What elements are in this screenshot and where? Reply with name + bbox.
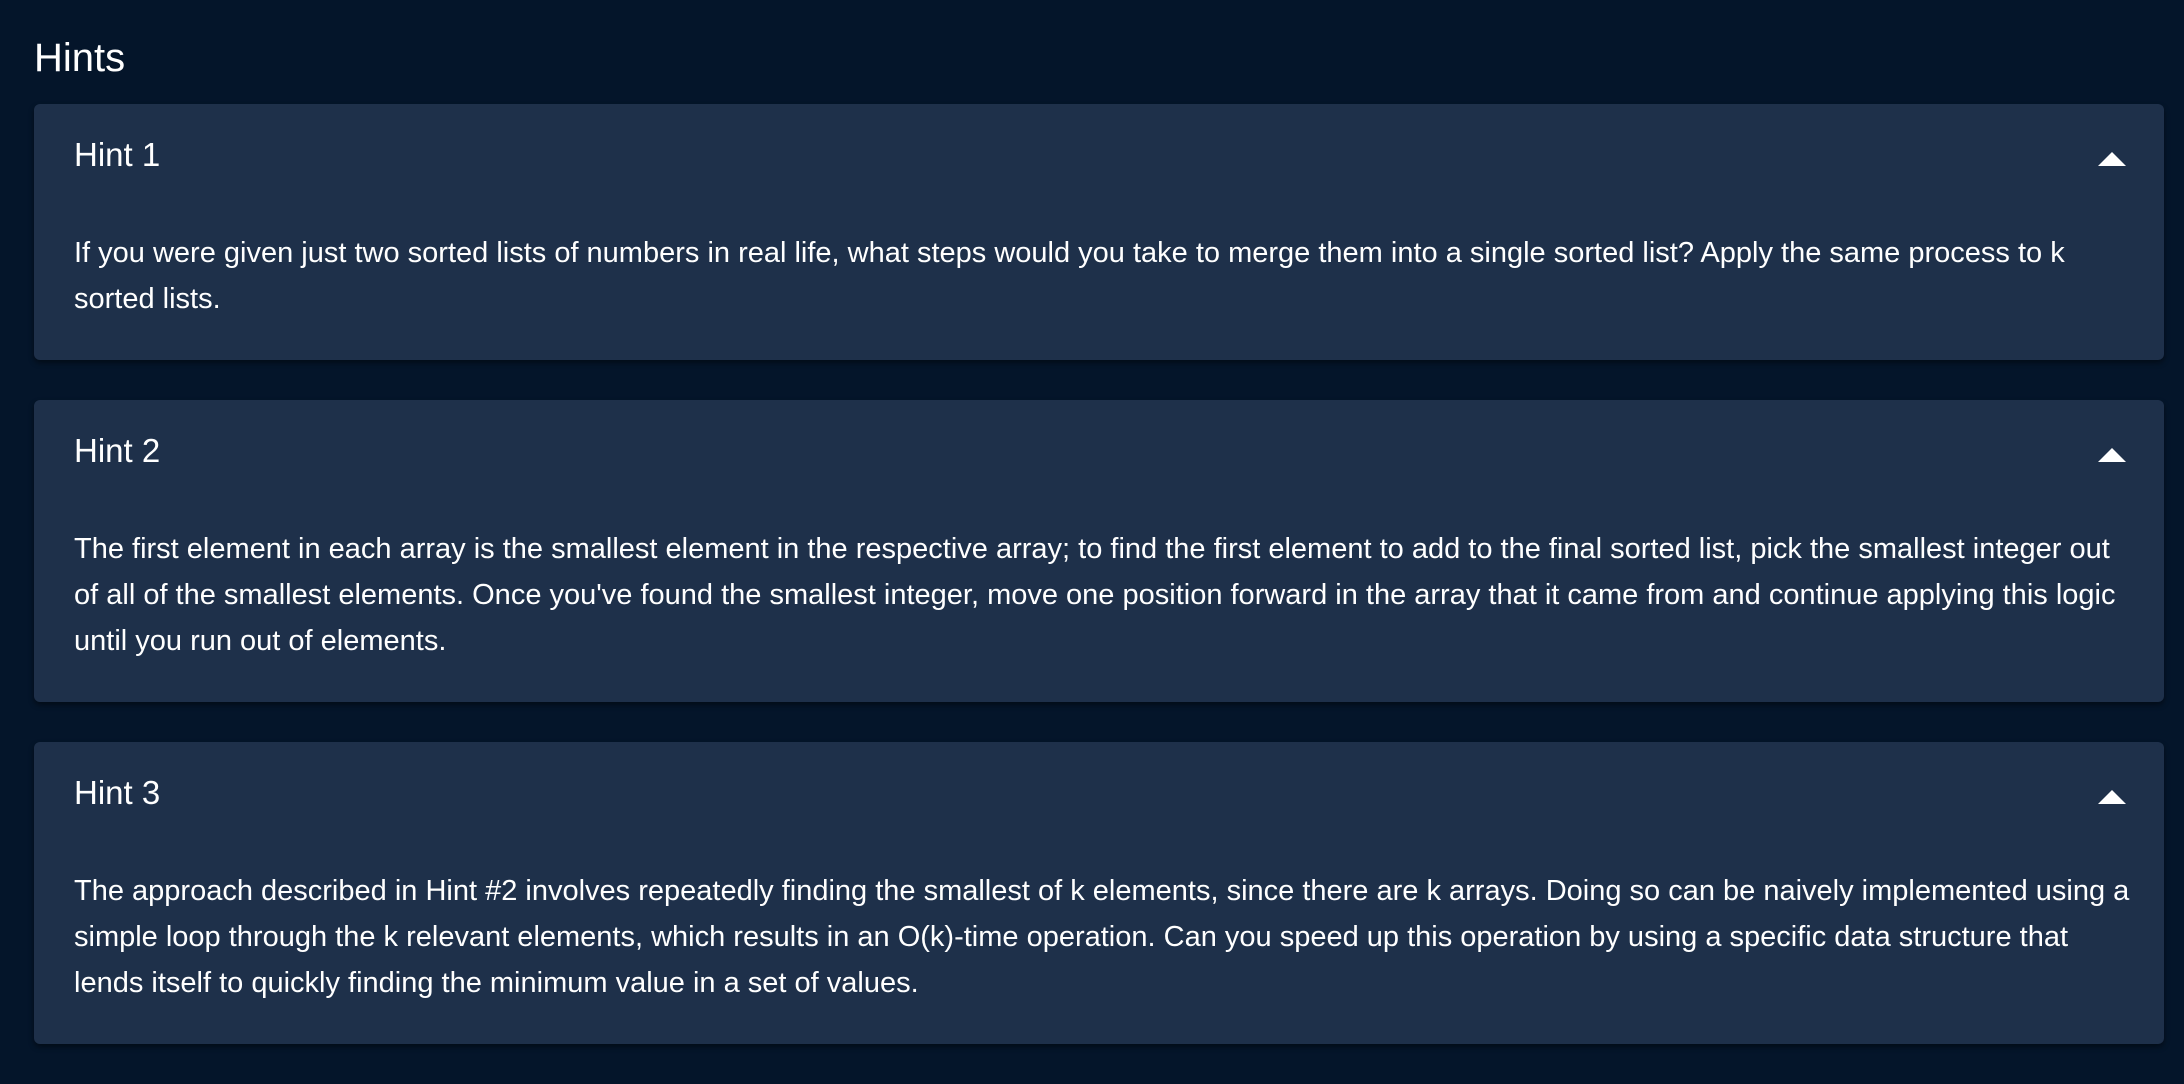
hint-body-1: If you were given just two sorted lists … xyxy=(74,237,2065,315)
hint-title-2: Hint 2 xyxy=(74,432,161,469)
hint-header-1[interactable]: Hint 1 xyxy=(34,104,2164,208)
chevron-up-icon[interactable] xyxy=(2096,148,2128,168)
hint-body-3: The approach described in Hint #2 involv… xyxy=(74,875,2130,999)
section-title: Hints xyxy=(34,36,126,80)
hints-page: Hints Hint 1 If you were given just two … xyxy=(0,0,2184,1084)
hint-card-3: Hint 3 The approach described in Hint #2… xyxy=(34,742,2164,1044)
chevron-up-icon[interactable] xyxy=(2096,444,2128,464)
hint-card-2: Hint 2 The first element in each array i… xyxy=(34,400,2164,702)
hint-title-3: Hint 3 xyxy=(74,774,161,811)
hint-body-2: The first element in each array is the s… xyxy=(74,533,2116,657)
hint-header-3[interactable]: Hint 3 xyxy=(34,742,2164,846)
hint-title-1: Hint 1 xyxy=(74,136,161,173)
hint-card-1: Hint 1 If you were given just two sorted… xyxy=(34,104,2164,360)
chevron-up-icon[interactable] xyxy=(2096,786,2128,806)
hint-header-2[interactable]: Hint 2 xyxy=(34,400,2164,504)
